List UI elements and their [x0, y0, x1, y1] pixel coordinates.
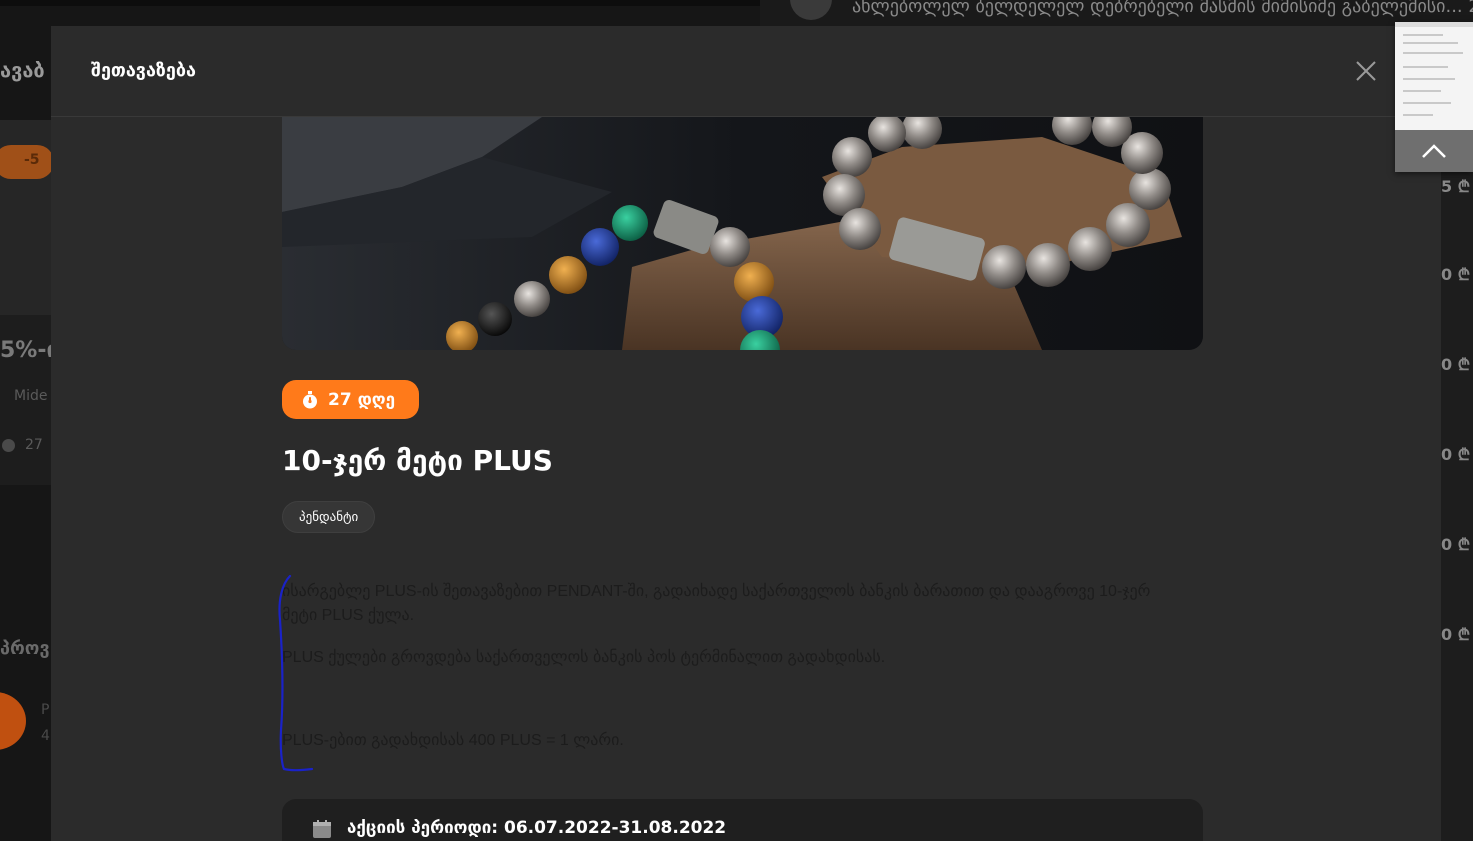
calendar-icon [313, 820, 331, 838]
bg-price: 5 ₾ [1441, 177, 1471, 196]
thumbnail-line [1403, 78, 1455, 80]
thumbnail-line [1403, 114, 1433, 116]
offer-hero-image [282, 117, 1203, 350]
thumbnail-line [1403, 42, 1458, 44]
bg-price: 0 ₾ [1441, 535, 1471, 554]
bg-left-pill-text: -5 [24, 152, 40, 168]
thumbnail-line [1403, 66, 1448, 68]
description-paragraph: PLUS-ებით გადახდისას 400 PLUS = 1 ლარი. [282, 732, 624, 749]
scroll-to-top-button[interactable] [1395, 130, 1473, 172]
thumbnail-line [1403, 102, 1451, 104]
days-left-label: 27 დღე [328, 389, 396, 410]
stopwatch-icon [303, 390, 317, 408]
thumbnail-line [1403, 34, 1443, 36]
chevron-up-icon [1422, 144, 1446, 158]
bg-top-strip [0, 0, 760, 6]
bg-left-pill: -5 [0, 145, 54, 179]
bg-left-line-2: 4 [41, 728, 50, 744]
thumbnail-line [1403, 90, 1441, 92]
bg-price: 0 ₾ [1441, 265, 1471, 284]
bg-price: 0 ₾ [1441, 355, 1471, 374]
bg-stopwatch-icon [2, 438, 15, 452]
bg-left-merchant: Mide [14, 388, 48, 404]
bg-left-circle [0, 692, 26, 750]
thumbnail-line [1403, 52, 1463, 54]
bg-left-timer: 27 [2, 437, 43, 453]
bg-left-line-1: P [41, 702, 50, 718]
close-button[interactable] [1353, 58, 1379, 84]
modal-title: შეთავაზება [91, 60, 196, 81]
category-tag[interactable]: პენდანტი [282, 501, 376, 533]
promo-period-card: აქციის პერიოდი: 06.07.2022-31.08.2022 [282, 799, 1203, 841]
modal-header: შეთავაზება [51, 26, 1441, 117]
description-paragraph: ისარგებლე PLUS-ის შეთავაზებით PENDANT-ში… [282, 583, 1151, 624]
bg-left-timer-text: 27 [25, 437, 43, 453]
bg-price: 0 ₾ [1441, 625, 1471, 644]
bg-price: 0 ₾ [1441, 445, 1471, 464]
bg-left-title: ავაბ [0, 58, 45, 82]
offer-modal: შეთავაზება 27 დღე 10-ჯერ მეტი PLUS პენდა… [51, 26, 1441, 841]
promo-period-label: აქციის პერიოდი: 06.07.2022-31.08.2022 [347, 818, 727, 838]
modal-body[interactable]: 27 დღე 10-ჯერ მეტი PLUS პენდანტი ისარგებ… [51, 117, 1441, 841]
bg-notification-text: ახლებოლელ ბელდელელ დებრებელი მასმის მიმი… [852, 0, 1473, 17]
bg-left-heading: პროვ [0, 638, 50, 659]
close-icon [1356, 61, 1376, 81]
thumbnail-toolbar [1395, 22, 1473, 27]
annotation-bracket [278, 574, 314, 772]
offer-title: 10-ჯერ მეტი PLUS [282, 444, 553, 477]
description-paragraph: PLUS ქულები გროვდება საქართველოს ბანკის … [282, 649, 886, 666]
page-preview-thumbnail[interactable] [1395, 22, 1473, 172]
days-left-badge: 27 დღე [282, 380, 419, 419]
